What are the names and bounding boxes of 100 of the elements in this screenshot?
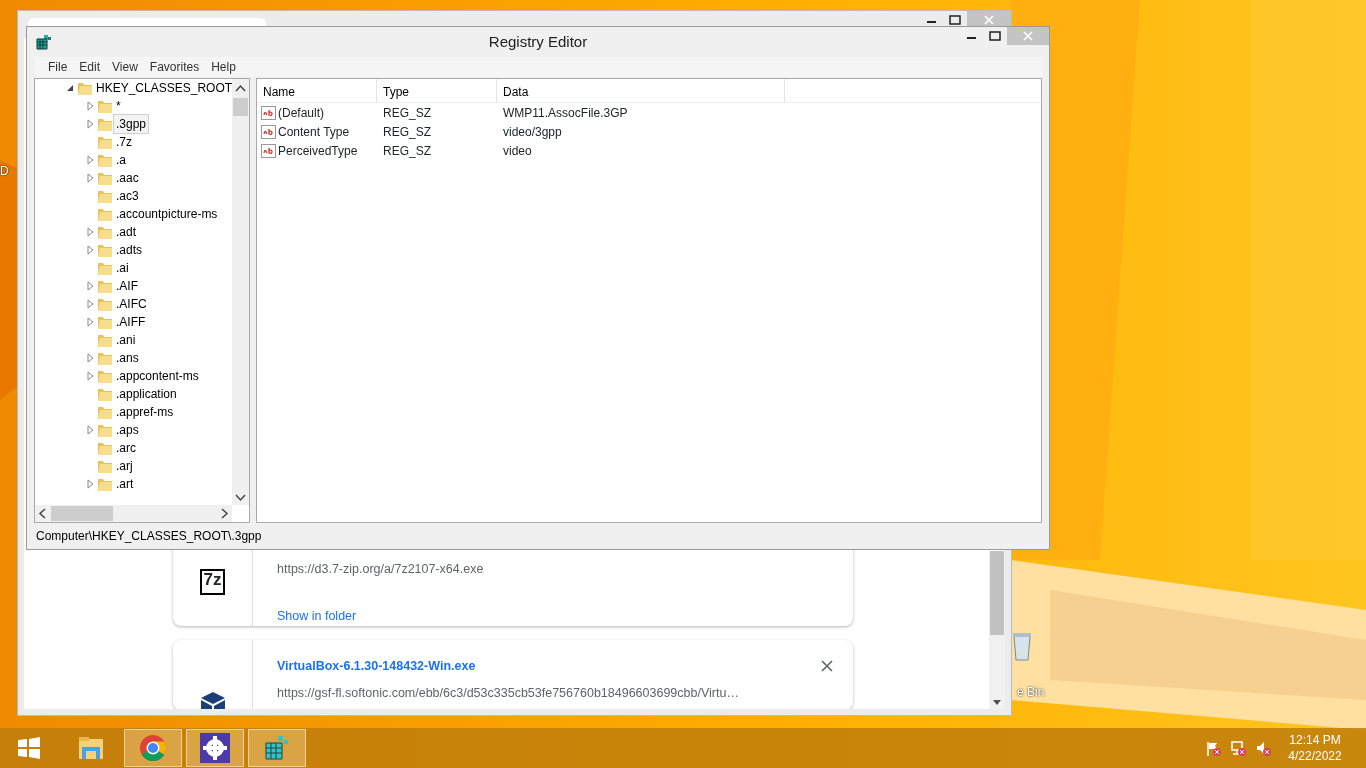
folder-icon xyxy=(97,260,113,276)
tree-item[interactable]: .application xyxy=(113,384,180,404)
menu-item[interactable]: Help xyxy=(205,58,242,76)
expanded-arrow-icon[interactable] xyxy=(65,83,75,93)
tree-item[interactable]: * xyxy=(113,96,124,116)
expand-arrow-icon[interactable] xyxy=(85,299,95,309)
tree-item[interactable]: .ac3 xyxy=(113,186,142,206)
folder-icon xyxy=(97,386,113,402)
network-icon[interactable] xyxy=(1230,739,1247,757)
folder-icon xyxy=(97,188,113,204)
expand-arrow-icon[interactable] xyxy=(85,353,95,363)
tree-item[interactable]: .adt xyxy=(113,222,139,242)
expand-arrow-icon[interactable] xyxy=(85,281,95,291)
string-value-icon xyxy=(261,124,276,139)
expand-arrow-icon[interactable] xyxy=(85,101,95,111)
column-header[interactable]: Data xyxy=(497,79,785,102)
menu-item[interactable]: Favorites xyxy=(143,58,206,76)
download-url: https://gsf-fl.softonic.com/ebb/6c3/d53c335cb53fe756760b18496603699cbb/Virtu… xyxy=(277,685,739,703)
folder-icon xyxy=(77,80,93,96)
file-name-link[interactable]: VirtualBox-6.1.30-148432-Win.exe xyxy=(277,656,476,676)
horizontal-scrollbar[interactable] xyxy=(35,505,232,522)
maximize-icon[interactable] xyxy=(989,31,1001,41)
expand-arrow-icon[interactable] xyxy=(85,119,95,129)
show-in-folder-link[interactable]: Show in folder xyxy=(277,606,357,626)
scroll-thumb[interactable] xyxy=(233,97,248,116)
tree-item[interactable]: .AIFC xyxy=(113,294,150,314)
tree-item[interactable]: .ani xyxy=(113,330,139,350)
file-type-icon: 7z xyxy=(199,569,226,595)
tree-item[interactable]: .ans xyxy=(113,348,142,368)
close-icon[interactable] xyxy=(821,659,833,672)
tree-item[interactable]: .ai xyxy=(113,258,132,278)
column-header[interactable]: Type xyxy=(377,79,497,102)
menu-item[interactable]: File xyxy=(42,58,74,76)
window-title: Registry Editor xyxy=(488,31,588,52)
table-cell-text: Content Type xyxy=(278,123,350,141)
tree-item[interactable]: .adts xyxy=(113,240,145,260)
table-cell-text: REG_SZ xyxy=(383,142,431,160)
folder-icon xyxy=(97,116,113,132)
tree-item[interactable]: .appcontent-ms xyxy=(113,366,202,386)
recycle-bin-icon xyxy=(1012,632,1032,662)
tree-item[interactable]: .art xyxy=(113,474,137,494)
folder-icon xyxy=(97,476,113,492)
menu-item[interactable]: View xyxy=(106,58,144,76)
table-cell-text: PerceivedType xyxy=(278,142,358,160)
folder-icon xyxy=(97,206,113,222)
tree-item[interactable]: .a xyxy=(113,150,129,170)
folder-icon xyxy=(97,242,113,258)
table-cell-text: WMP11.AssocFile.3GP xyxy=(503,104,628,122)
folder-icon xyxy=(97,98,113,114)
folder-icon xyxy=(97,224,113,240)
expand-arrow-icon[interactable] xyxy=(85,245,95,255)
tree-item[interactable]: .accountpicture-ms xyxy=(113,204,221,224)
tree-item[interactable]: .aps xyxy=(113,420,142,440)
flag-icon[interactable] xyxy=(1205,739,1222,757)
scroll-thumb[interactable] xyxy=(990,551,1004,635)
tree-item[interactable]: .aac xyxy=(113,168,142,188)
expand-arrow-icon[interactable] xyxy=(85,227,95,237)
tree-item[interactable]: .3gpp xyxy=(113,114,150,134)
folder-icon xyxy=(97,404,113,420)
package-icon xyxy=(199,689,226,709)
folder-icon xyxy=(97,368,113,384)
tree-item[interactable]: .AIF xyxy=(113,276,141,296)
scroll-down-arrow[interactable] xyxy=(990,697,1004,707)
column-header[interactable]: Name xyxy=(257,79,377,102)
expand-arrow-icon[interactable] xyxy=(85,155,95,165)
folder-icon xyxy=(97,440,113,456)
scrollbar[interactable] xyxy=(989,551,1005,709)
folder-icon xyxy=(97,458,113,474)
string-value-icon xyxy=(261,143,276,158)
expand-arrow-icon[interactable] xyxy=(85,173,95,183)
windows-logo xyxy=(17,736,41,760)
tree-item[interactable]: .7z xyxy=(113,132,135,152)
folder-icon xyxy=(97,332,113,348)
menu-item[interactable]: Edit xyxy=(73,58,107,76)
tree-item[interactable]: .appref-ms xyxy=(113,402,177,422)
status-text: Computer\HKEY_CLASSES_ROOT\.3gpp xyxy=(36,528,262,545)
download-url: https://d3.7-zip.org/a/7z2107-x64.exe xyxy=(277,561,484,578)
browser-icon xyxy=(138,733,168,763)
folder-icon xyxy=(97,350,113,366)
table-cell-text: (Default) xyxy=(278,104,324,122)
expand-arrow-icon[interactable] xyxy=(85,317,95,327)
expand-arrow-icon[interactable] xyxy=(85,479,95,489)
folder-icon xyxy=(97,314,113,330)
table-cell-text: REG_SZ xyxy=(383,123,431,141)
table-cell-text: video xyxy=(503,142,532,160)
folder-icon xyxy=(97,422,113,438)
tree-item[interactable]: .arc xyxy=(113,438,139,458)
maximize-icon[interactable] xyxy=(949,15,961,25)
taskbar-app-button[interactable] xyxy=(186,729,244,767)
scroll-thumb[interactable] xyxy=(51,506,113,521)
tree-item[interactable]: .arj xyxy=(113,456,136,476)
expand-arrow-icon[interactable] xyxy=(85,425,95,435)
folder-icon xyxy=(97,170,113,186)
tree-item[interactable]: .AIFF xyxy=(113,312,149,332)
folder-icon xyxy=(97,278,113,294)
tree-item[interactable]: HKEY_CLASSES_ROOT xyxy=(93,79,232,98)
folder-icon xyxy=(97,152,113,168)
vertical-scrollbar[interactable] xyxy=(232,79,249,505)
folder-icon xyxy=(97,134,113,150)
expand-arrow-icon[interactable] xyxy=(85,371,95,381)
